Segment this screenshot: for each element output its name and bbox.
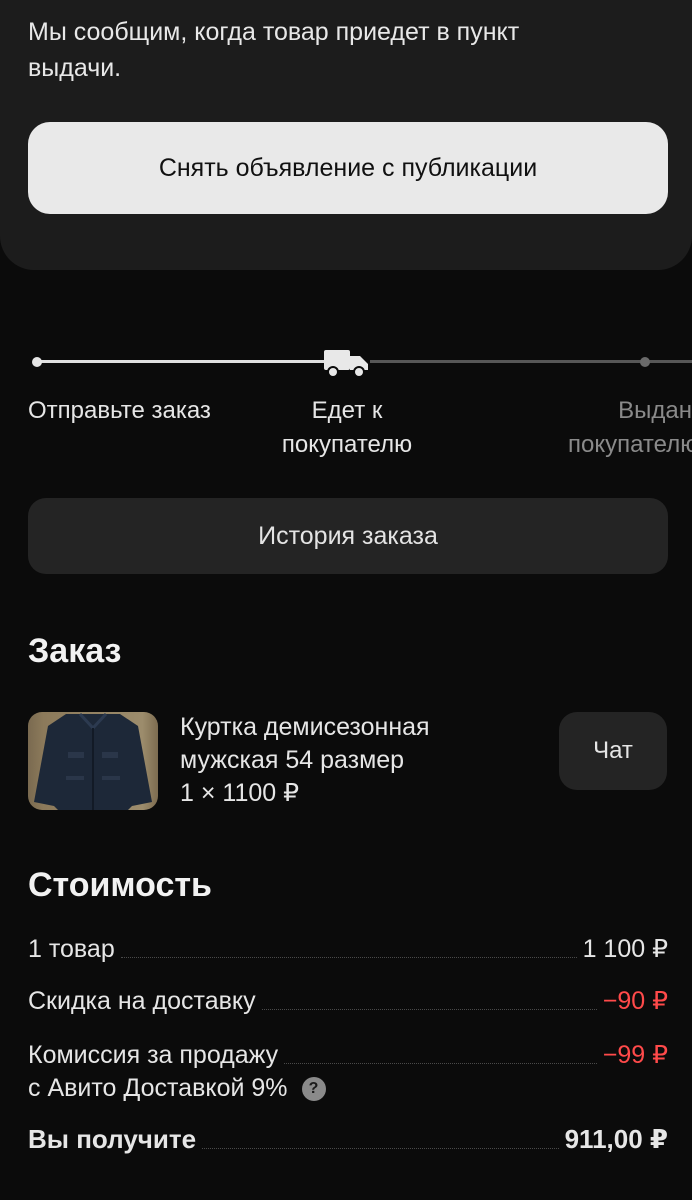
dotted-leader — [120, 957, 577, 958]
cost-value-total: 911,00 ₽ — [564, 1124, 668, 1154]
item-thumbnail[interactable] — [28, 712, 158, 810]
cost-label-delivery-discount: Скидка на доставку — [28, 987, 256, 1015]
cost-row-commission-line2: с Авито Доставкой 9% ? — [28, 1074, 326, 1103]
cost-value-delivery-discount: −90 ₽ — [602, 987, 668, 1015]
step-label-send: Отправьте заказ — [28, 397, 211, 424]
cost-label-commission-line2: с Авито Доставкой 9% — [28, 1074, 288, 1102]
truck-icon — [324, 350, 368, 378]
jacket-image — [34, 712, 152, 810]
item-name-line2: мужская 54 размер — [180, 746, 405, 774]
item-info[interactable]: Куртка демисезонная мужская 54 размер 1 … — [180, 711, 430, 810]
help-icon[interactable]: ? — [301, 1076, 326, 1101]
cost-row-commission: Комиссия за продажу −99 ₽ — [28, 1040, 668, 1070]
step-label-delivered-line2: покупателю — [568, 431, 692, 458]
cost-row-total: Вы получите 911,00 ₽ — [28, 1124, 668, 1155]
progress-dot-end — [640, 357, 650, 367]
item-name-line1: Куртка демисезонная — [180, 713, 430, 741]
chat-button[interactable]: Чат — [559, 712, 667, 790]
notice-text: Мы сообщим, когда товар приедет в пункт … — [28, 18, 520, 82]
item-qty-price: 1 × 1100 ₽ — [180, 779, 300, 807]
cost-title: Стоимость — [28, 866, 212, 904]
cost-value-commission: −99 ₽ — [602, 1041, 668, 1069]
step-label-shipping: Едет к покупателю — [281, 397, 413, 458]
cost-label-total: Вы получите — [28, 1124, 197, 1154]
cost-value-items: 1 100 ₽ — [582, 935, 668, 963]
notice-card: Мы сообщим, когда товар приедет в пункт … — [0, 0, 692, 270]
step-label-delivered-line1: Выдан — [618, 397, 692, 424]
order-history-button[interactable]: История заказа — [28, 498, 668, 574]
unpublish-button[interactable]: Снять объявление с публикации — [28, 122, 668, 214]
order-title: Заказ — [28, 632, 122, 670]
progress-dot-start — [32, 357, 42, 367]
cost-row-items: 1 товар 1 100 ₽ — [28, 934, 668, 964]
cost-label-items: 1 товар — [28, 935, 115, 963]
dotted-leader — [202, 1148, 559, 1149]
dotted-leader — [261, 1009, 597, 1010]
dotted-leader — [284, 1063, 597, 1064]
progress-line-done — [38, 360, 330, 363]
step-label-delivered: Выдан покупателю — [566, 394, 692, 462]
cost-row-delivery-discount: Скидка на доставку −90 ₽ — [28, 986, 668, 1016]
cost-label-commission: Комиссия за продажу — [28, 1041, 279, 1069]
